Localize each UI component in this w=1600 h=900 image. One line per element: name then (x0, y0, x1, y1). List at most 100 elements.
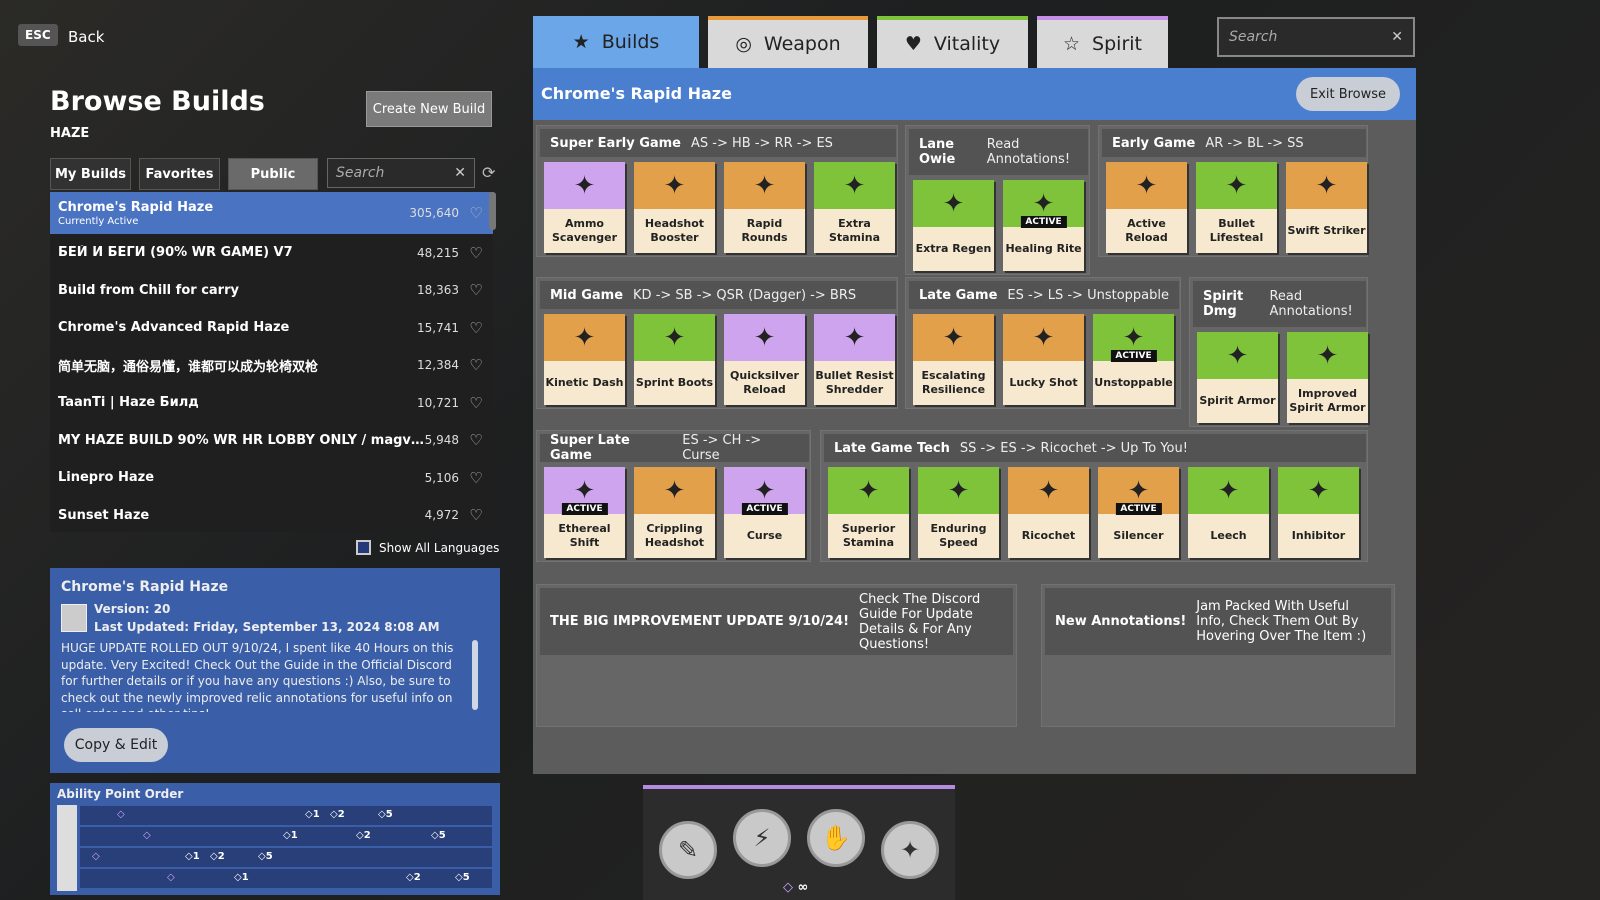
item-name: Curse (746, 529, 783, 542)
tab-spirit[interactable]: ☆ Spirit (1037, 16, 1168, 68)
item-card[interactable]: ✦ Active Reload (1106, 162, 1187, 253)
item-card[interactable]: ✦ Bullet Resist Shredder (814, 314, 895, 405)
build-list-item[interactable]: БЕЙ И БЕГИ (90% WR GAME) V7 48,215 ♡ (50, 234, 493, 272)
item-card[interactable]: ✦ ACTIVE Silencer (1098, 467, 1179, 558)
category-title: Late Game Tech (834, 440, 950, 456)
ability-marker: ◇5 (431, 830, 446, 841)
heart-icon[interactable]: ♡ (467, 244, 485, 262)
item-icon: ✦ (918, 467, 999, 514)
item-card[interactable]: ✦ Rapid Rounds (724, 162, 805, 253)
tab-favorites[interactable]: Favorites (139, 158, 220, 190)
ability-3-icon[interactable]: ✋ (807, 809, 865, 867)
builds-search-input[interactable]: Search ✕ (327, 158, 475, 188)
tab-builds[interactable]: ★ Builds (533, 16, 699, 68)
item-name: Ammo Scavenger (551, 217, 618, 244)
build-list-item[interactable]: Build from Chill for carry 18,363 ♡ (50, 272, 493, 310)
ability-2-icon[interactable]: ⚡ (733, 809, 791, 867)
heart-icon[interactable]: ♡ (467, 394, 485, 412)
category-title: Super Early Game (550, 135, 682, 151)
item-card[interactable]: ✦ Crippling Headshot (634, 467, 715, 558)
item-card[interactable]: ✦ Extra Stamina (814, 162, 895, 253)
item-card[interactable]: ✦ Swift Striker (1286, 162, 1367, 253)
tab-my-builds[interactable]: My Builds (50, 158, 131, 190)
item-card[interactable]: ✦ ACTIVE Ethereal Shift (544, 467, 625, 558)
category-header: Mid Game KD -> SB -> QSR (Dagger) -> BRS (540, 281, 896, 309)
category-note: ES -> LS -> Unstoppable (1007, 287, 1169, 303)
item-card[interactable]: ✦ Inhibitor (1278, 467, 1359, 558)
category-header: Late Game ES -> LS -> Unstoppable (909, 281, 1179, 309)
build-name: БЕЙ И БЕГИ (90% WR GAME) V7 (58, 245, 293, 261)
copy-and-edit-button[interactable]: Copy & Edit (64, 728, 168, 762)
ability-1-icon[interactable]: ✎ (659, 821, 717, 879)
search-placeholder: Search (1229, 29, 1278, 45)
item-card[interactable]: ✦ Escalating Resilience (913, 314, 994, 405)
favorite-count: 18,363 (417, 283, 459, 298)
builds-list: Chrome's Rapid Haze Currently Active 305,6… (50, 192, 493, 532)
favorite-count: 4,972 (424, 508, 459, 523)
item-card[interactable]: ✦ Sprint Boots (634, 314, 715, 405)
item-card[interactable]: ✦ Improved Spirit Armor (1287, 332, 1368, 423)
clear-search-icon[interactable]: ✕ (1391, 29, 1403, 45)
heart-icon[interactable]: ♡ (467, 431, 485, 449)
item-search-input[interactable]: Search ✕ (1217, 17, 1415, 57)
build-header: Chrome's Rapid Haze Exit Browse (533, 68, 1416, 120)
build-list-item[interactable]: Chrome's Advanced Rapid Haze 15,741 ♡ (50, 309, 493, 347)
favorite-count: 5,106 (424, 470, 459, 485)
item-icon: ✦ (724, 162, 805, 209)
refresh-icon[interactable]: ⟳ (482, 163, 495, 182)
item-card[interactable]: ✦ ACTIVE Healing Rite (1003, 180, 1084, 271)
item-name: Healing Rite (1005, 242, 1082, 255)
item-card[interactable]: ✦ Spirit Armor (1197, 332, 1278, 423)
ability-4-icon[interactable]: ✦ (881, 821, 939, 879)
ability-marker: ◇2 (330, 809, 345, 820)
show-all-languages-label: Show All Languages (379, 540, 500, 555)
build-list-item[interactable]: Linepro Haze 5,106 ♡ (50, 459, 493, 497)
build-list-item[interactable]: MY HAZE BUILD 90% WR HR LOBBY ONLY / mag… (50, 422, 493, 460)
favorite-count: 12,384 (417, 358, 459, 373)
esc-key-badge[interactable]: ESC (18, 24, 58, 46)
checkbox[interactable] (356, 540, 371, 555)
item-card[interactable]: ✦ ACTIVE Curse (724, 467, 805, 558)
heart-icon[interactable]: ♡ (467, 319, 485, 337)
item-card[interactable]: ✦ Headshot Booster (634, 162, 715, 253)
build-list-item[interactable]: Chrome's Rapid Haze Currently Active 305,6… (50, 192, 493, 234)
page-title: Browse Builds (50, 86, 265, 117)
item-icon: ✦ (1197, 332, 1278, 379)
create-new-build-button[interactable]: Create New Build (366, 91, 492, 127)
item-card[interactable]: ✦ Superior Stamina (828, 467, 909, 558)
active-badge: ACTIVE (1020, 216, 1067, 228)
item-card[interactable]: ✦ ACTIVE Unstoppable (1093, 314, 1174, 405)
item-card[interactable]: ✦ Bullet Lifesteal (1196, 162, 1277, 253)
tab-weapon[interactable]: ◎ Weapon (708, 16, 868, 68)
list-scrollbar[interactable] (489, 192, 496, 230)
tab-label: Builds (601, 31, 660, 53)
star-icon: ★ (572, 31, 590, 53)
heart-icon[interactable]: ♡ (467, 506, 485, 524)
exit-browse-button[interactable]: Exit Browse (1296, 77, 1400, 111)
item-card[interactable]: ✦ Ammo Scavenger (544, 162, 625, 253)
show-all-languages-toggle[interactable]: Show All Languages (356, 540, 499, 555)
clear-search-icon[interactable]: ✕ (454, 165, 466, 181)
item-card[interactable]: ✦ Enduring Speed (918, 467, 999, 558)
item-name: Silencer (1113, 529, 1164, 542)
back-button[interactable]: Back (68, 28, 104, 46)
build-name: MY HAZE BUILD 90% WR HR LOBBY ONLY / mag… (58, 432, 425, 448)
build-list-item[interactable]: TaanTi | Haze Билд 10,721 ♡ (50, 384, 493, 422)
description-scrollbar[interactable] (472, 640, 478, 710)
item-card[interactable]: ✦ Leech (1188, 467, 1269, 558)
heart-icon[interactable]: ♡ (467, 469, 485, 487)
diamond-icon: ◇ (143, 830, 151, 841)
build-list-item[interactable]: 简单无脑，通俗易懂，谁都可以成为轮椅双枪 12,384 ♡ (50, 347, 493, 385)
tab-public[interactable]: Public (228, 158, 318, 190)
heart-icon[interactable]: ♡ (467, 356, 485, 374)
category-title: Super Late Game (550, 433, 630, 463)
item-card[interactable]: ✦ Ricochet (1008, 467, 1089, 558)
item-card[interactable]: ✦ Lucky Shot (1003, 314, 1084, 405)
build-list-item[interactable]: Sunset Haze 4,972 ♡ (50, 497, 493, 533)
item-card[interactable]: ✦ Extra Regen (913, 180, 994, 271)
heart-icon[interactable]: ♡ (467, 281, 485, 299)
heart-icon[interactable]: ♡ (467, 204, 485, 222)
item-card[interactable]: ✦ Quicksilver Reload (724, 314, 805, 405)
tab-vitality[interactable]: ♥ Vitality (877, 16, 1028, 68)
item-card[interactable]: ✦ Kinetic Dash (544, 314, 625, 405)
